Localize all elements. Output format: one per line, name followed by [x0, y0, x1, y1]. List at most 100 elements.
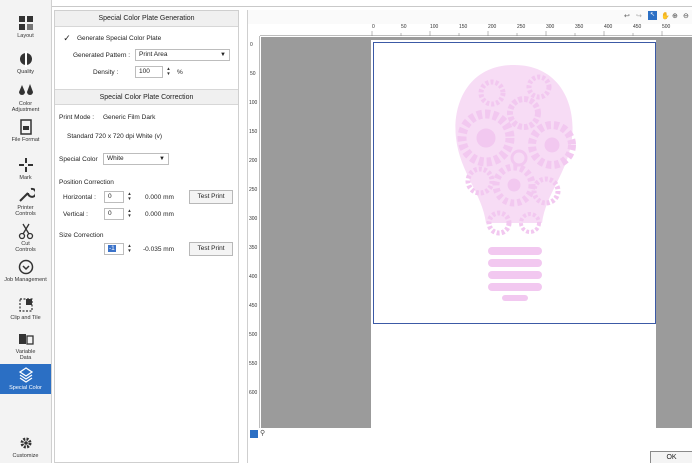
sidebar-item-mark[interactable]: Mark [0, 156, 51, 181]
ruler-left-label: 150 [249, 129, 258, 135]
ruler-top-label: 200 [488, 24, 497, 30]
fit-view-icon[interactable] [250, 430, 258, 438]
sidebar-item-label: Job Management [4, 277, 47, 283]
pattern-label: Generated Pattern : [73, 52, 131, 59]
special-color-label: Special Color [59, 156, 98, 163]
sidebar-item-label: Quality [16, 69, 35, 75]
density-input[interactable]: 100 [135, 66, 163, 78]
ruler-left-label: 600 [249, 390, 258, 396]
ruler-left-label: 400 [249, 274, 258, 280]
quality-icon [19, 51, 32, 67]
ruler-top-label: 450 [633, 24, 642, 30]
mark-icon [18, 158, 33, 172]
ruler-top: 0 50 100 150 200 250 300 350 400 450 500 [260, 24, 692, 36]
zoom-out-icon[interactable]: ⊖ [683, 12, 689, 20]
density-stepper[interactable]: ▲ ▼ [165, 66, 172, 78]
sidebar-item-printer-controls[interactable]: Printer Controls [0, 186, 51, 217]
size-test-print-button[interactable]: Test Print [189, 242, 233, 256]
sidebar-item-label: Customize [12, 453, 39, 459]
sidebar-item-label: Layout [17, 33, 34, 39]
ruler-top-label: 250 [517, 24, 526, 30]
ruler-left-label: 450 [249, 303, 258, 309]
generate-checkbox-label: Generate Special Color Plate [77, 35, 162, 42]
horizontal-mm: 0.000 mm [145, 194, 174, 201]
size-correction-label: Size Correction [59, 232, 104, 239]
variable-data-icon [18, 334, 34, 345]
ok-button[interactable]: OK [650, 451, 692, 463]
sidebar-item-variable-data[interactable]: Variable Data [0, 330, 51, 361]
hand-tool-icon[interactable]: ✋ [661, 12, 670, 20]
vertical-input[interactable]: 0 [104, 208, 124, 220]
horizontal-label: Horizontal : [63, 194, 96, 201]
density-label: Density : [93, 69, 119, 76]
sidebar-item-label: Special Color [9, 385, 42, 391]
generate-checkbox[interactable]: ✓ [62, 33, 72, 43]
zoom-in-icon[interactable]: ⊕ [672, 12, 678, 20]
sidebar: Layout Quality Color Adjustment File For… [0, 0, 52, 463]
resolution-text: Standard 720 x 720 dpi White (v) [67, 133, 163, 140]
special-color-icon [18, 367, 33, 383]
color-adjustment-icon [18, 84, 33, 95]
horizontal-test-print-button[interactable]: Test Print [189, 190, 233, 204]
print-mode-label: Print Mode : [59, 114, 95, 121]
vertical-stepper[interactable]: ▲ ▼ [126, 208, 133, 220]
ruler-left: 0 50 100 150 200 250 300 350 400 450 500… [248, 36, 260, 428]
user-view-icon[interactable]: ⚲ [260, 429, 265, 437]
print-area[interactable] [373, 42, 656, 324]
ruler-top-label: 50 [401, 24, 407, 30]
file-format-icon [19, 119, 32, 135]
generation-header: Special Color Plate Generation [55, 11, 238, 27]
ruler-top-label: 400 [604, 24, 613, 30]
ruler-left-label: 500 [249, 332, 258, 338]
sidebar-item-label: Cut Controls [15, 241, 36, 253]
ruler-left-label: 300 [249, 216, 258, 222]
sidebar-item-layout[interactable]: Layout [0, 14, 51, 39]
chevron-down-icon: ▼ [220, 52, 226, 58]
printer-controls-icon [18, 187, 35, 202]
job-management-icon [18, 259, 33, 275]
print-mode-value: Generic Film Dark [103, 114, 156, 121]
clip-tile-icon [18, 298, 33, 312]
layout-icon [18, 16, 33, 30]
sidebar-item-label: File Format [11, 137, 40, 143]
sidebar-item-cut-controls[interactable]: Cut Controls [0, 222, 51, 253]
vertical-label: Vertical : [63, 211, 88, 218]
lightbulb-gear-artwork [455, 65, 576, 301]
special-color-select[interactable]: White ▼ [103, 153, 169, 165]
size-stepper[interactable]: ▲ ▼ [126, 243, 133, 255]
pattern-select-value: Print Area [139, 51, 168, 58]
size-input[interactable]: -1 [104, 243, 124, 255]
size-input-value: -1 [108, 245, 116, 252]
top-strip [0, 0, 692, 7]
sidebar-item-file-format[interactable]: File Format [0, 118, 51, 143]
horizontal-input[interactable]: 0 [104, 191, 124, 203]
sidebar-item-label: Clip and Tile [10, 315, 41, 321]
cut-controls-icon [18, 223, 33, 240]
ruler-top-ticks [371, 31, 663, 36]
select-tool-icon[interactable]: ↖ [648, 11, 657, 20]
ruler-left-label: 550 [249, 361, 258, 367]
ruler-top-label: 150 [459, 24, 468, 30]
pattern-select[interactable]: Print Area ▼ [135, 49, 230, 61]
undo-icon[interactable]: ↩ [624, 12, 630, 20]
sidebar-item-job-management[interactable]: Job Management [0, 258, 51, 283]
sidebar-item-quality[interactable]: Quality [0, 50, 51, 75]
horizontal-stepper[interactable]: ▲ ▼ [126, 191, 133, 203]
vertical-mm: 0.000 mm [145, 211, 174, 218]
preview-toolbar: ↩ ↪ ↖ ✋ ⊕ ⊖ [248, 10, 692, 24]
ruler-left-label: 0 [250, 42, 253, 48]
ruler-left-label: 350 [249, 245, 258, 251]
sidebar-item-clip-and-tile[interactable]: Clip and Tile [0, 296, 51, 321]
size-mm: -0.035 mm [143, 246, 175, 253]
sidebar-item-special-color[interactable]: Special Color [0, 364, 51, 394]
ruler-left-label: 100 [249, 100, 258, 106]
redo-icon[interactable]: ↪ [636, 12, 642, 20]
ruler-left-label: 50 [250, 71, 256, 77]
ruler-top-label: 0 [372, 24, 375, 30]
density-unit: % [177, 69, 183, 76]
ruler-top-label: 100 [430, 24, 439, 30]
sidebar-item-customize[interactable]: Customize [0, 434, 51, 459]
gear-icon [20, 437, 31, 449]
chevron-down-icon: ▼ [159, 156, 165, 162]
sidebar-item-color-adjustment[interactable]: Color Adjustment [0, 82, 51, 113]
